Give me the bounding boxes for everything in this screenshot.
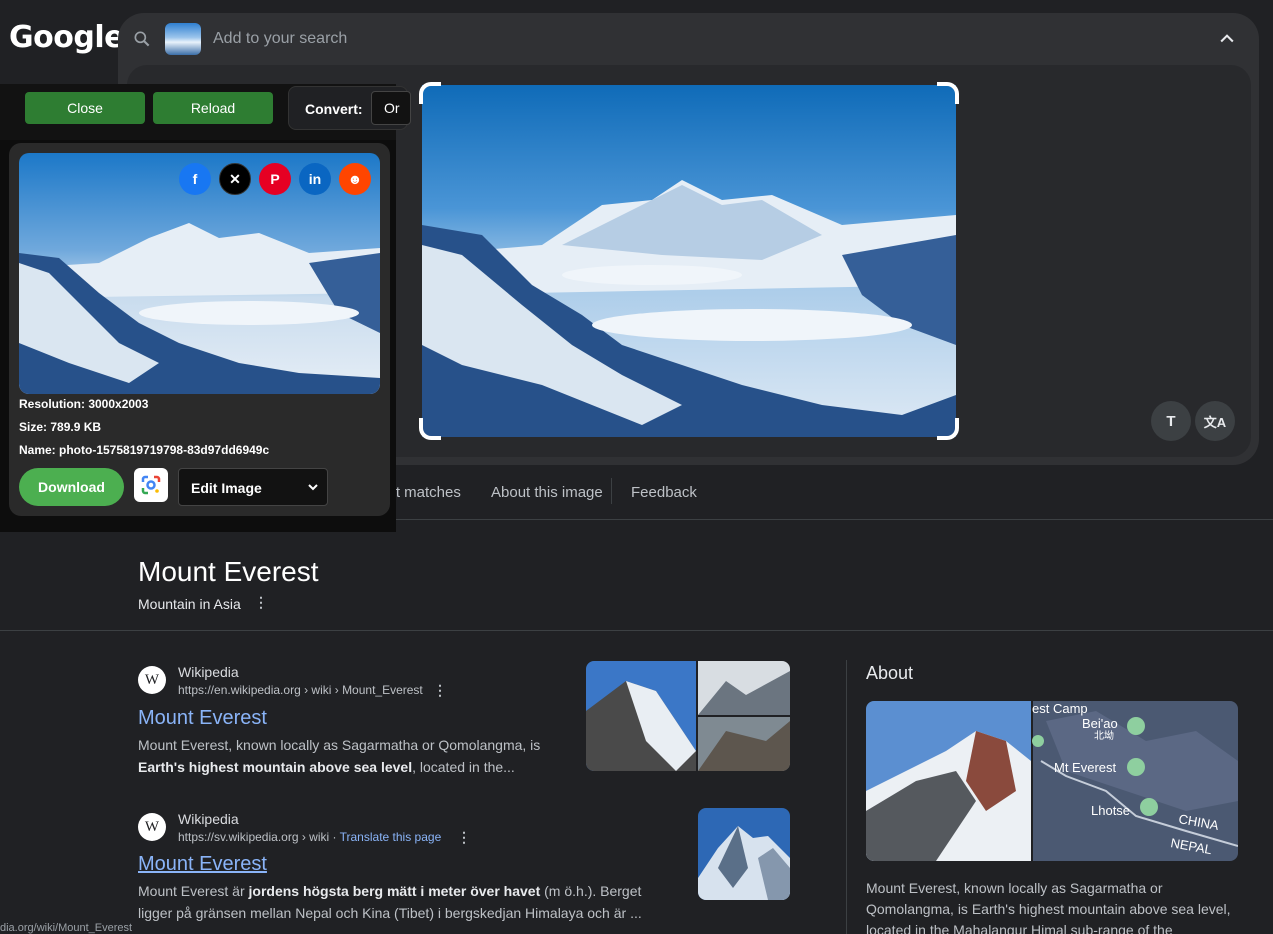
result-more-icon[interactable]: ⋮ [433,682,447,699]
translate-page-link[interactable]: Translate this page [340,830,442,844]
pinterest-icon[interactable]: P [259,163,291,195]
entity-title: Mount Everest [138,556,319,587]
download-button[interactable]: Download [19,468,124,506]
reload-button[interactable]: Reload [153,92,273,124]
about-title: About [866,663,914,683]
text-icon: T [1166,412,1176,430]
search-input[interactable]: Add to your search [213,30,347,48]
chevron-up-icon[interactable] [1217,29,1237,49]
search-image-thumbnail[interactable] [165,23,201,55]
search-bar[interactable]: Add to your search [118,13,1259,65]
map-label-beiao: Bei'ao [1082,716,1118,731]
select-text-button[interactable]: T [1151,401,1191,441]
result-site-name[interactable]: Wikipedia [178,664,239,680]
mountain-image [422,85,956,437]
close-button[interactable]: Close [25,92,145,124]
map-label-beiao-cn: 北坳 [1094,729,1114,742]
result-snippet: Mount Everest, known locally as Sagarmat… [138,737,541,775]
chevron-down-icon [308,484,318,491]
convert-label: Convert: [305,101,363,117]
map-label-mt-everest: Mt Everest [1054,760,1117,775]
reddit-icon[interactable]: ☻ [339,163,371,195]
name-info: Name: photo-1575819719798-83d97dd6949c [19,443,270,457]
crop-corner-bottom-left[interactable] [419,418,441,440]
about-image-map[interactable]: est Camp Bei'ao 北坳 Mt Everest Lhotse CHI… [866,701,1238,861]
convert-control: Convert: Or [288,86,411,130]
result-site-name[interactable]: Wikipedia [178,811,239,827]
google-lens-icon [141,475,161,495]
translate-button[interactable]: 文A [1195,401,1235,441]
linkedin-icon[interactable]: in [299,163,331,195]
result-thumbnail[interactable] [698,808,790,900]
facebook-icon[interactable]: f [179,163,211,195]
edit-image-select[interactable]: Edit Image [178,468,328,506]
x-icon[interactable]: ✕ [219,163,251,195]
extension-toolbar: Close Reload Convert: Or [0,84,411,140]
result-snippet: Mount Everest är jordens högsta berg mät… [138,883,642,921]
tab-about-this-image[interactable]: About this image [491,484,603,501]
crop-corner-top-left[interactable] [419,82,441,104]
more-options-icon[interactable]: ⋮ [254,594,268,611]
divider [0,630,1273,631]
crop-corner-top-right[interactable] [937,82,959,104]
map-label-camp: est Camp [1032,701,1088,716]
extension-image-card: f ✕ P in ☻ Resolution: 3000x2003 Size: 7… [9,143,390,516]
about-description: Mount Everest, known locally as Sagarmat… [866,880,1231,934]
google-lens-button[interactable] [134,468,168,502]
search-icon [134,31,150,47]
edit-image-label: Edit Image [191,480,262,496]
feedback-link[interactable]: Feedback [631,484,697,501]
result-title[interactable]: Mount Everest [138,707,267,730]
about-divider [846,660,847,934]
convert-select[interactable]: Or [371,91,411,125]
result-more-icon[interactable]: ⋮ [457,829,471,846]
result-url[interactable]: https://sv.wikipedia.org › wiki · Transl… [178,830,441,844]
wikipedia-icon: W [138,666,166,694]
result-title[interactable]: Mount Everest [138,853,267,876]
result-url[interactable]: https://en.wikipedia.org › wiki › Mount_… [178,683,423,697]
resolution-info: Resolution: 3000x2003 [19,397,149,411]
status-bar-url: dia.org/wiki/Mount_Everest [0,922,133,934]
entity-subtitle: Mountain in Asia [138,596,241,612]
google-logo[interactable]: Google [9,20,124,55]
size-info: Size: 789.9 KB [19,420,102,434]
translate-icon: 文A [1203,414,1227,430]
tab-divider [611,478,612,504]
wikipedia-icon: W [138,813,166,841]
map-label-lhotse: Lhotse [1091,803,1130,818]
result-thumbnail-collage[interactable] [586,661,790,771]
